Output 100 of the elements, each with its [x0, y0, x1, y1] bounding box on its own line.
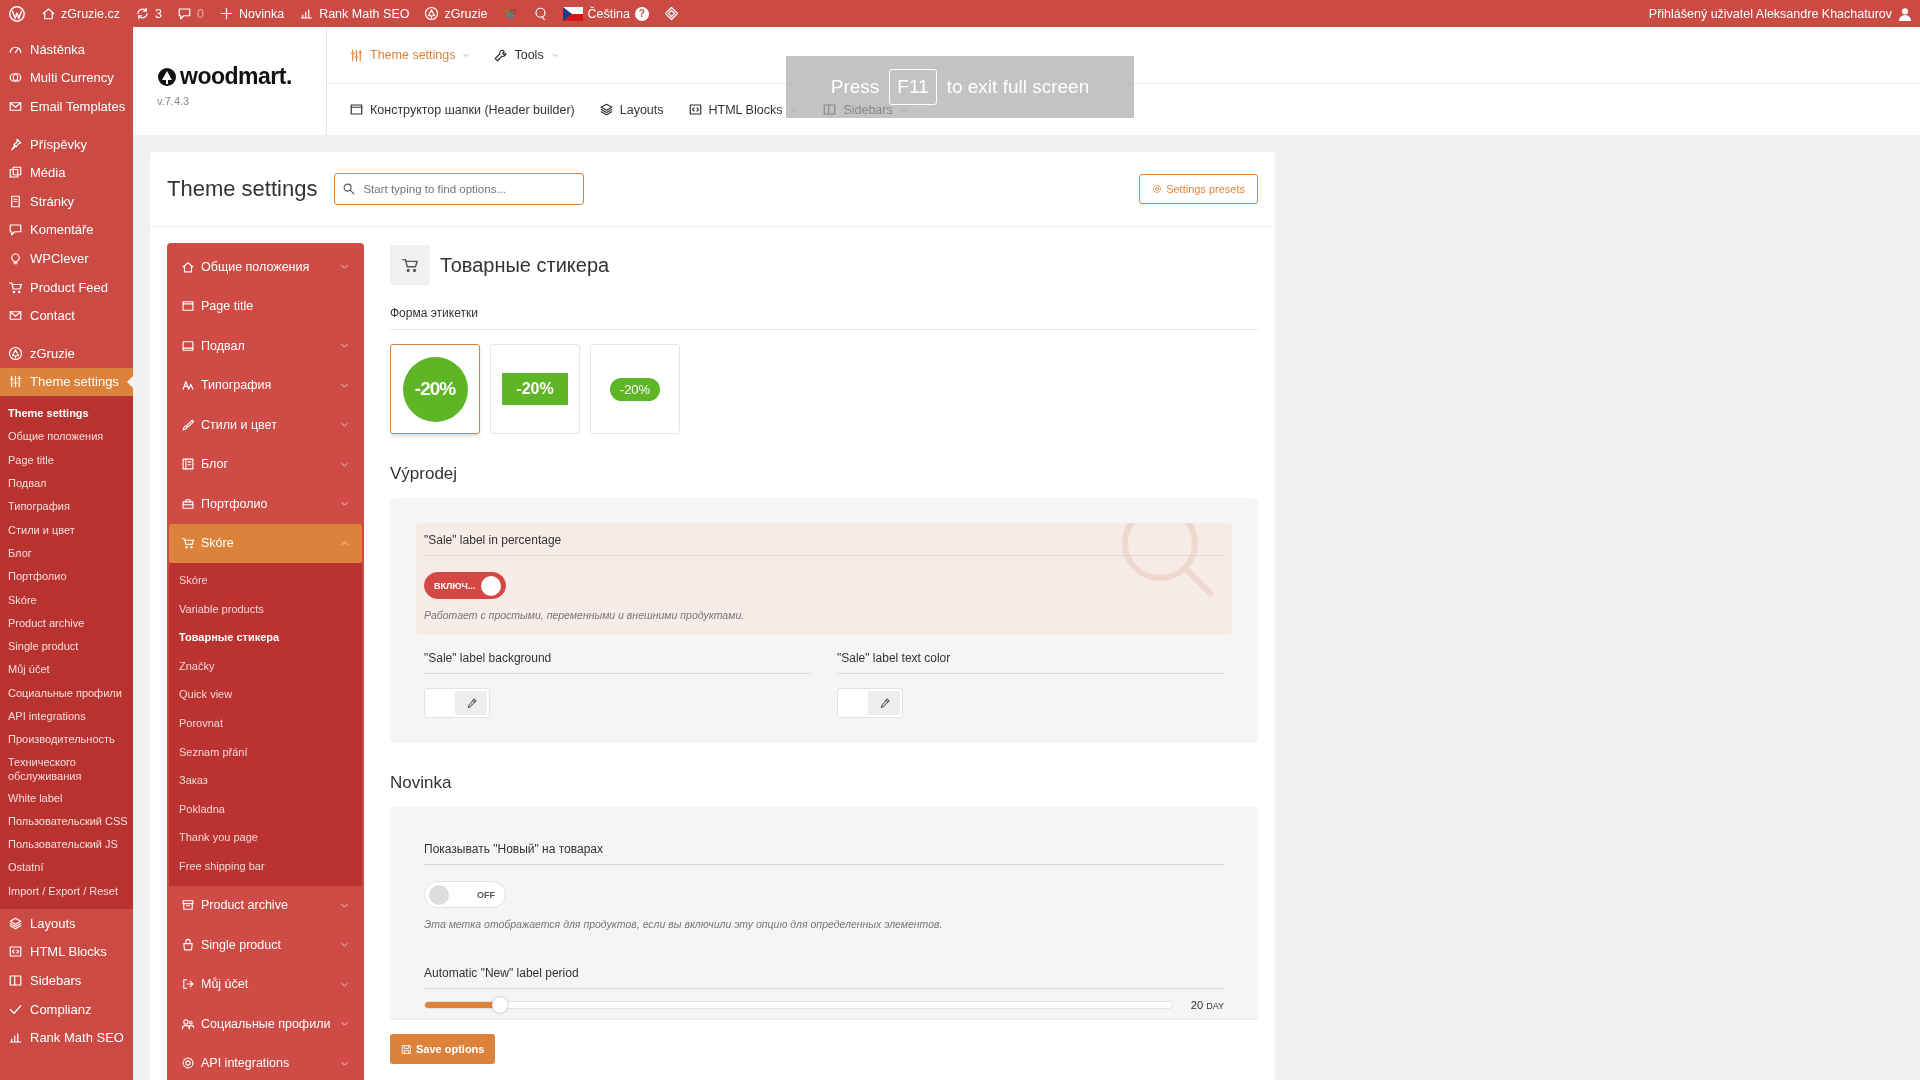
submenu-item[interactable]: Theme settings — [0, 402, 133, 426]
nav-link[interactable]: Theme settings — [349, 47, 472, 63]
submenu-item[interactable]: Ostatní — [0, 856, 133, 880]
comment-icon — [8, 222, 23, 238]
label-shape-option[interactable]: -20% — [490, 344, 580, 434]
color-picker[interactable] — [424, 688, 490, 718]
submenu-item[interactable]: Социальные профили — [0, 681, 133, 705]
toolbar-item[interactable]: Čeština ? — [562, 6, 649, 21]
sidebar-item[interactable]: Příspěvky — [0, 129, 133, 159]
submenu-item[interactable]: Product archive — [0, 611, 133, 636]
settings-menu-item[interactable]: API integrations — [169, 1043, 362, 1080]
sidebar-item[interactable]: zGruzie — [0, 338, 133, 368]
tree-icon — [157, 66, 177, 87]
submenu-item[interactable]: Quick view — [169, 680, 362, 709]
toggle-switch[interactable]: ВКЛЮЧ... — [424, 572, 506, 599]
sidebar-item[interactable]: Complianz — [0, 994, 133, 1024]
submenu-item[interactable]: Производительность — [0, 728, 133, 752]
settings-menu-item[interactable]: Single product — [169, 925, 362, 965]
sidebar-item[interactable]: Theme settings — [0, 367, 133, 397]
submenu-item[interactable]: Skóre — [169, 566, 362, 595]
settings-menu-item[interactable]: Můj účet — [169, 964, 362, 1005]
submenu-item[interactable]: Типография — [0, 495, 133, 519]
toolbar-item[interactable]: Novinka — [218, 6, 285, 21]
sidebar-item[interactable]: Komentáře — [0, 215, 133, 245]
sidebar-item[interactable]: Nástěnka — [0, 35, 133, 64]
sidebar-item[interactable]: WPClever — [0, 244, 133, 273]
submenu-item[interactable]: Variable products — [169, 594, 362, 624]
settings-menu-item[interactable]: Product archive — [169, 885, 362, 926]
submenu-item[interactable]: Технического обслуживания — [0, 751, 133, 787]
sidebar-item[interactable]: Contact — [0, 301, 133, 330]
slider-thumb[interactable] — [491, 997, 508, 1013]
submenu-item[interactable]: Thank you page — [169, 823, 362, 852]
toolbar-item[interactable]: Rank Math SEO — [299, 6, 410, 21]
nav-link[interactable]: Tools — [493, 47, 560, 63]
sidebar-item[interactable]: Média — [0, 158, 133, 187]
user-greeting[interactable]: Přihlášený uživatel Aleksandre Khachaturov — [1648, 6, 1912, 21]
q-icon[interactable] — [532, 6, 548, 21]
submenu-item[interactable]: Page title — [0, 448, 133, 472]
section-title: Товарные стикера — [440, 253, 610, 277]
search-field[interactable]: Start typing to find options... — [334, 173, 585, 205]
search-icon — [342, 182, 357, 196]
label-shape-option[interactable]: -20% — [390, 344, 480, 434]
submenu-item[interactable]: Подвал — [0, 472, 133, 496]
sidebar-item[interactable]: Email Templates — [0, 92, 133, 121]
settings-menu-item[interactable]: Социальные профили — [169, 1004, 362, 1044]
toggle-switch[interactable]: OFF — [424, 881, 506, 908]
submenu-item[interactable]: Общие положения — [0, 425, 133, 449]
settings-menu-item[interactable]: Портфолио — [169, 484, 362, 524]
sidebar-item[interactable]: Layouts — [0, 909, 133, 938]
submenu-item[interactable]: Single product — [0, 635, 133, 659]
settings-menu-item[interactable]: Стили и цвет — [169, 405, 362, 445]
toolbar-item[interactable]: 0 — [177, 6, 204, 21]
save-button[interactable]: Save options — [390, 1034, 496, 1064]
toolbar-item[interactable]: zGruzie.cz — [41, 6, 121, 21]
settings-menu-item[interactable]: Общие положения — [169, 247, 362, 287]
submenu-item[interactable]: Seznam přání — [169, 737, 362, 767]
submenu-item[interactable]: Блог — [0, 541, 133, 566]
submenu-item[interactable]: Skóre — [0, 588, 133, 612]
settings-menu-item[interactable]: Типография — [169, 365, 362, 405]
settings-menu-item[interactable]: Page title — [169, 286, 362, 326]
nav-link[interactable]: Конструктор шапки (Header builder) — [349, 102, 575, 117]
submenu-item[interactable]: Pokladna — [169, 794, 362, 824]
wordpress-logo-icon[interactable] — [8, 4, 26, 23]
diamond-icon[interactable] — [663, 6, 679, 21]
submenu-item[interactable]: Товарные стикера — [169, 623, 362, 652]
submenu-item[interactable]: Заказ — [169, 766, 362, 795]
settings-menu-item[interactable]: Блог — [169, 444, 362, 484]
submenu-item[interactable]: Import / Export / Reset — [0, 879, 133, 904]
sidebar-item[interactable]: Product Feed — [0, 272, 133, 302]
submenu-item[interactable]: Značky — [169, 651, 362, 681]
toolbar-item[interactable]: zGruzie — [424, 6, 488, 21]
submenu-item[interactable]: Free shipping bar — [169, 851, 362, 881]
layers-icon — [598, 102, 614, 117]
gear-icon — [181, 1056, 195, 1071]
settings-menu-item[interactable]: Подвал — [169, 326, 362, 366]
submenu-item[interactable]: Porovnat — [169, 708, 362, 738]
field-description: Эта метка отображается для продуктов, если вы включили эту опцию для определенных элементов. — [424, 918, 944, 930]
toolbar-item[interactable]: 3 — [135, 6, 162, 21]
settings-presets-button[interactable]: Settings presets — [1139, 174, 1258, 204]
sidebar-icon — [8, 973, 23, 989]
sidebar-item[interactable]: HTML Blocks — [0, 937, 133, 967]
sidebar-item[interactable]: Stránky — [0, 186, 133, 216]
submenu-item[interactable]: API integrations — [0, 705, 133, 729]
label-shape-option[interactable]: -20% — [590, 344, 680, 434]
circles-icon[interactable] — [502, 6, 518, 21]
sidebar-item[interactable]: Rank Math SEO — [0, 1023, 133, 1053]
wrench-icon — [493, 47, 509, 63]
color-picker[interactable] — [837, 688, 903, 718]
nav-link[interactable]: Layouts — [598, 102, 664, 117]
submenu-item[interactable]: Стили и цвет — [0, 518, 133, 542]
settings-menu-item[interactable]: Skóre — [169, 523, 362, 563]
submenu-item[interactable]: Můj účet — [0, 658, 133, 682]
window-icon — [349, 102, 364, 117]
submenu-item[interactable]: Портфолио — [0, 565, 133, 589]
sidebar-item[interactable]: Sidebars — [0, 966, 133, 995]
submenu-item[interactable]: White label — [0, 786, 133, 810]
sidebar-item[interactable]: Multi Currency — [0, 63, 133, 93]
submenu-item[interactable]: Пользовательский CSS — [0, 809, 133, 834]
save-icon — [401, 1043, 412, 1055]
submenu-item[interactable]: Пользовательский JS — [0, 833, 133, 857]
